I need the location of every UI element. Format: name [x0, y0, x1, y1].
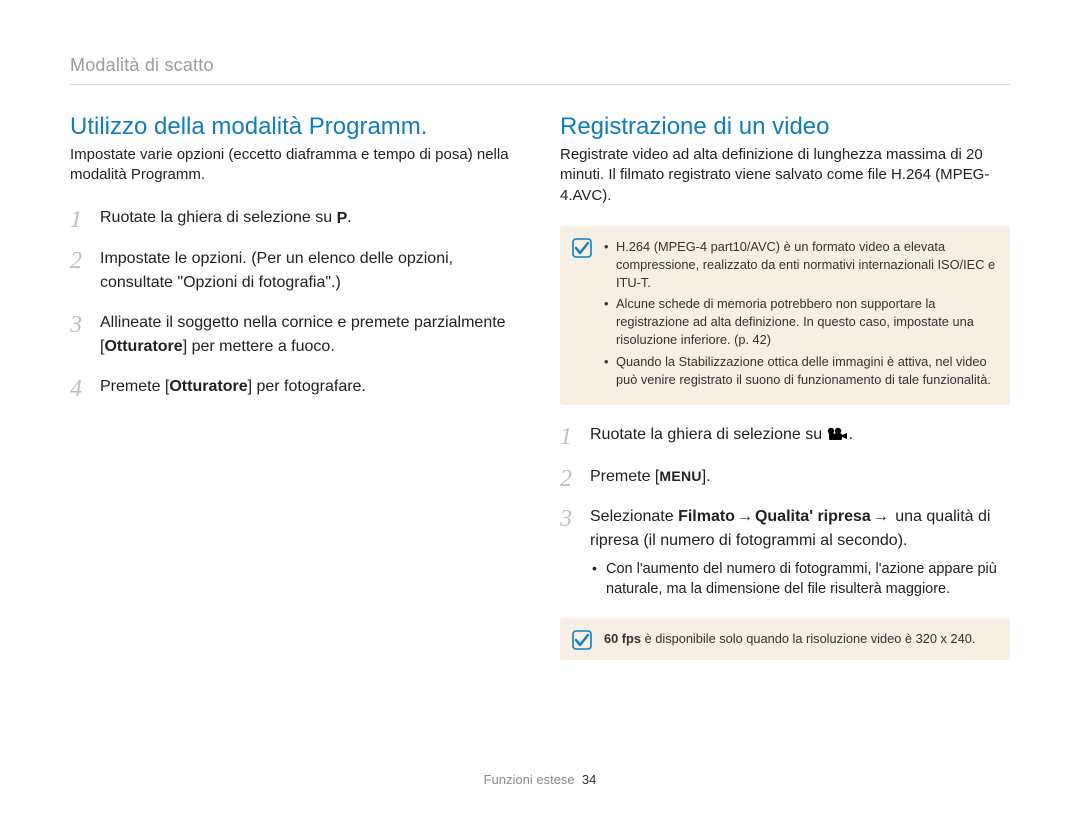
- step-text: .: [347, 209, 351, 226]
- content-columns: Utilizzo della modalità Programm. Impost…: [70, 113, 1010, 678]
- step-item: Selezionate Filmato→Qualita' ripresa→ un…: [560, 505, 1010, 600]
- note-list: H.264 (MPEG-4 part10/AVC) è un formato v…: [604, 238, 996, 389]
- step-text: Ruotate la ghiera di selezione su: [100, 209, 337, 226]
- step-item: Premete [Otturatore] per fotografare.: [70, 375, 520, 399]
- step-text: Ruotate la ghiera di selezione su: [590, 426, 827, 443]
- step-text: ].: [702, 468, 711, 485]
- breadcrumb: Modalità di scatto: [70, 55, 1010, 85]
- steps-left: Ruotate la ghiera di selezione su P. Imp…: [70, 206, 520, 399]
- p-mode-icon: P: [337, 207, 348, 231]
- intro-video-record: Registrate video ad alta definizione di …: [560, 145, 1010, 206]
- step-text: ] per mettere a fuoco.: [183, 338, 335, 355]
- step-item: Ruotate la ghiera di selezione su .: [560, 423, 1010, 449]
- note-item: H.264 (MPEG-4 part10/AVC) è un formato v…: [604, 238, 996, 292]
- step-text: Premete [: [590, 468, 659, 485]
- shutter-label: Otturatore: [104, 338, 182, 355]
- info-icon: [572, 630, 592, 650]
- note-item: Alcune schede di memoria potrebbero non …: [604, 295, 996, 349]
- menu-button-label: MENU: [659, 466, 701, 487]
- note-box: 60 fps è disponibile solo quando la riso…: [560, 618, 1010, 660]
- note-box: H.264 (MPEG-4 part10/AVC) è un formato v…: [560, 226, 1010, 405]
- step-text: .: [849, 426, 853, 443]
- step-text: Premete [: [100, 378, 169, 395]
- arrow-icon: →: [735, 508, 755, 525]
- step-item: Impostate le opzioni. (Per un elenco del…: [70, 247, 520, 295]
- sub-bullet-list: Con l'aumento del numero di fotogrammi, …: [590, 559, 1010, 600]
- sub-bullet-item: Con l'aumento del numero di fotogrammi, …: [590, 559, 1010, 600]
- step-text: Selezionate: [590, 508, 678, 525]
- steps-right: Ruotate la ghiera di selezione su . Prem…: [560, 423, 1010, 600]
- shutter-label: Otturatore: [169, 378, 247, 395]
- arrow-icon: →: [871, 508, 891, 525]
- note-text-rest: è disponibile solo quando la risoluzione…: [641, 631, 975, 646]
- footer-section-label: Funzioni estese: [484, 772, 575, 787]
- step-item: Premete [MENU].: [560, 465, 1010, 489]
- menu-path-item: Qualita' ripresa: [755, 508, 871, 525]
- column-right: Registrazione di un video Registrate vid…: [560, 113, 1010, 678]
- intro-program-mode: Impostate varie opzioni (eccetto diafram…: [70, 145, 520, 186]
- step-item: Ruotate la ghiera di selezione su P.: [70, 206, 520, 231]
- heading-program-mode: Utilizzo della modalità Programm.: [70, 113, 520, 141]
- fps-label: 60 fps: [604, 631, 641, 646]
- video-mode-icon: [827, 425, 849, 449]
- manual-page: Modalità di scatto Utilizzo della modali…: [0, 0, 1080, 815]
- page-footer: Funzioni estese 34: [0, 772, 1080, 787]
- heading-video-record: Registrazione di un video: [560, 113, 1010, 141]
- column-left: Utilizzo della modalità Programm. Impost…: [70, 113, 520, 678]
- step-item: Allineate il soggetto nella cornice e pr…: [70, 311, 520, 359]
- note-text: 60 fps è disponibile solo quando la riso…: [604, 630, 996, 648]
- step-text: ] per fotografare.: [248, 378, 366, 395]
- note-item: Quando la Stabilizzazione ottica delle i…: [604, 353, 996, 389]
- page-number: 34: [582, 772, 596, 787]
- info-icon: [572, 238, 592, 258]
- menu-path-item: Filmato: [678, 508, 735, 525]
